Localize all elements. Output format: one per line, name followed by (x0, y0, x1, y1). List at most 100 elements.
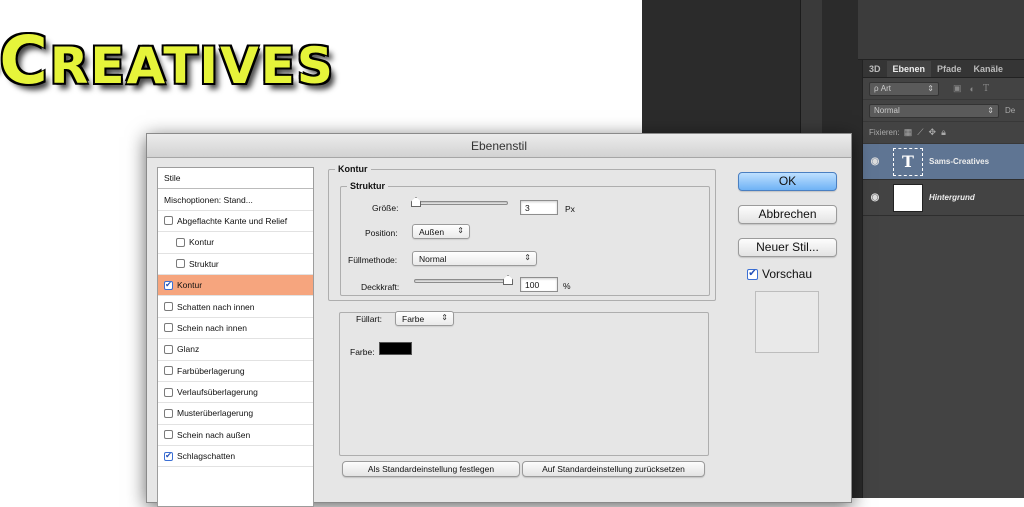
styles-header[interactable]: Stile (158, 168, 313, 190)
layer-style-dialog: Ebenenstil Stile Mischoptionen: Stand...… (146, 133, 852, 507)
layer-name: Hintergrund (929, 193, 975, 202)
visibility-eye-icon[interactable]: ◉ (863, 192, 887, 203)
position-label: Position: (365, 228, 398, 238)
filter-adjust-icon[interactable]: ◐ (970, 84, 975, 94)
lock-pixels-icon[interactable]: ▦ (904, 127, 913, 138)
new-style-button[interactable]: Neuer Stil... (738, 238, 837, 257)
style-checkbox[interactable] (164, 408, 173, 418)
size-label: Größe: (372, 203, 399, 213)
style-checkbox[interactable] (164, 387, 173, 397)
filter-type-icon[interactable]: T (983, 84, 989, 94)
style-item-label: Abgeflachte Kante und Relief (177, 215, 288, 226)
canvas-headline-text: -CREATIVES (0, 22, 335, 99)
styles-list: Stile Mischoptionen: Stand... Abgeflachte… (157, 167, 314, 507)
filter-row: ρ Art ⇕ ▣ ◐ T (863, 78, 1024, 100)
ok-button[interactable]: OK (738, 172, 837, 191)
panel-tabs: 3D Ebenen Pfade Kanäle (863, 60, 1024, 78)
style-item[interactable]: Glanz (158, 339, 313, 361)
style-checkbox[interactable] (164, 216, 173, 226)
struktur-legend: Struktur (350, 181, 386, 191)
fill-type-select[interactable]: Farbe ⇕ (395, 311, 454, 326)
fill-method-label: Füllmethode: (348, 255, 398, 265)
fill-type-label: Füllart: (353, 314, 385, 324)
style-item-label: Schlagschatten (177, 451, 236, 462)
size-input[interactable]: 3 (520, 200, 558, 215)
opacity-label: De (1005, 106, 1016, 115)
layer-row-background[interactable]: ◉ Hintergrund (863, 180, 1024, 216)
color-label: Farbe: (350, 347, 375, 357)
style-preview-box (755, 291, 819, 353)
tab-paths[interactable]: Pfade (931, 61, 968, 77)
style-item-label: Kontur (189, 237, 215, 248)
style-item-label: Struktur (189, 258, 219, 269)
tab-layers[interactable]: Ebenen (886, 61, 932, 77)
background-layer-thumbnail (893, 183, 923, 212)
lock-move-icon[interactable]: ✥ (929, 127, 937, 138)
style-item-label: Schatten nach innen (177, 301, 255, 312)
style-checkbox[interactable] (164, 323, 173, 333)
style-item[interactable]: Schein nach innen (158, 318, 313, 340)
style-item[interactable]: ✔ Kontur (158, 274, 313, 297)
style-checkbox[interactable] (164, 344, 173, 354)
style-checkbox[interactable] (164, 430, 173, 440)
style-item[interactable]: Mischoptionen: Stand... (158, 189, 313, 211)
style-checkbox[interactable]: ✔ (164, 451, 173, 461)
style-item-label: Glanz (177, 344, 200, 355)
kontur-legend: Kontur (338, 164, 368, 174)
opacity-slider[interactable] (414, 275, 513, 285)
style-item[interactable]: ✔ Schlagschatten (158, 446, 313, 468)
style-item-label: Farbüberlagerung (177, 365, 245, 376)
size-slider[interactable] (411, 197, 508, 207)
position-select[interactable]: Außen ⇕ (412, 224, 470, 239)
type-layer-thumbnail: T (893, 147, 923, 176)
style-item-label: Schein nach innen (177, 322, 247, 333)
style-item-label: Musterüberlagerung (177, 408, 254, 419)
preview-toggle[interactable]: ✔ Vorschau (747, 267, 812, 281)
style-item[interactable]: Verlaufsüberlagerung (158, 382, 313, 404)
style-item-label: Verlaufsüberlagerung (177, 387, 258, 398)
opacity-label: Deckkraft: (361, 282, 400, 292)
preview-checkbox[interactable]: ✔ (747, 268, 758, 280)
layer-row-sams-creatives[interactable]: ◉ T Sams-Creatives (863, 144, 1024, 180)
style-item[interactable]: Farbüberlagerung (158, 361, 313, 382)
style-item-label: Kontur (177, 280, 203, 291)
style-item-label: Schein nach außen (177, 429, 251, 440)
opacity-unit: % (563, 281, 571, 291)
lock-brush-icon[interactable]: ⟋ (917, 127, 923, 138)
style-checkbox[interactable]: ✔ (164, 280, 173, 290)
lock-all-icon[interactable]: 🔒︎ (941, 127, 946, 138)
style-checkbox[interactable] (164, 366, 173, 376)
size-unit: Px (565, 204, 575, 214)
blend-row: Normal ⇕ De (863, 100, 1024, 122)
layer-filter-select[interactable]: ρ Art ⇕ (869, 81, 939, 96)
tab-3d[interactable]: 3D (863, 61, 887, 77)
panel-dock-top (858, 0, 1024, 60)
style-item[interactable]: Schein nach außen (158, 425, 313, 447)
color-swatch[interactable] (379, 342, 412, 355)
style-item[interactable]: Struktur (158, 254, 313, 275)
filter-image-icon[interactable]: ▣ (953, 83, 962, 94)
lock-row: Fixieren: ▦ ⟋ ✥ 🔒︎ (863, 122, 1024, 144)
style-checkbox[interactable] (176, 259, 185, 269)
visibility-eye-icon[interactable]: ◉ (863, 156, 887, 167)
layers-panel: 3D Ebenen Pfade Kanäle ρ Art ⇕ ▣ ◐ T Norm… (862, 60, 1024, 498)
style-item[interactable]: Kontur (158, 232, 313, 254)
style-checkbox[interactable] (176, 237, 185, 247)
style-checkbox[interactable] (164, 302, 173, 312)
set-default-button[interactable]: Als Standardeinstellung festlegen (342, 461, 520, 477)
workspace-divider (800, 0, 822, 135)
style-item-label: Mischoptionen: Stand... (164, 194, 253, 205)
style-item[interactable]: Schatten nach innen (158, 296, 313, 318)
reset-default-button[interactable]: Auf Standardeinstellung zurücksetzen (522, 461, 705, 477)
preview-label: Vorschau (762, 267, 813, 281)
fill-method-select[interactable]: Normal ⇕ (412, 251, 537, 266)
dialog-title: Ebenenstil (147, 134, 851, 158)
opacity-input[interactable]: 100 (520, 277, 558, 292)
fill-type-group (339, 312, 709, 456)
lock-label: Fixieren: (869, 128, 900, 137)
style-item[interactable]: Musterüberlagerung (158, 403, 313, 425)
cancel-button[interactable]: Abbrechen (738, 205, 837, 224)
blend-mode-select[interactable]: Normal ⇕ (869, 103, 999, 118)
style-item[interactable]: Abgeflachte Kante und Relief (158, 211, 313, 233)
tab-channels[interactable]: Kanäle (968, 61, 1010, 77)
